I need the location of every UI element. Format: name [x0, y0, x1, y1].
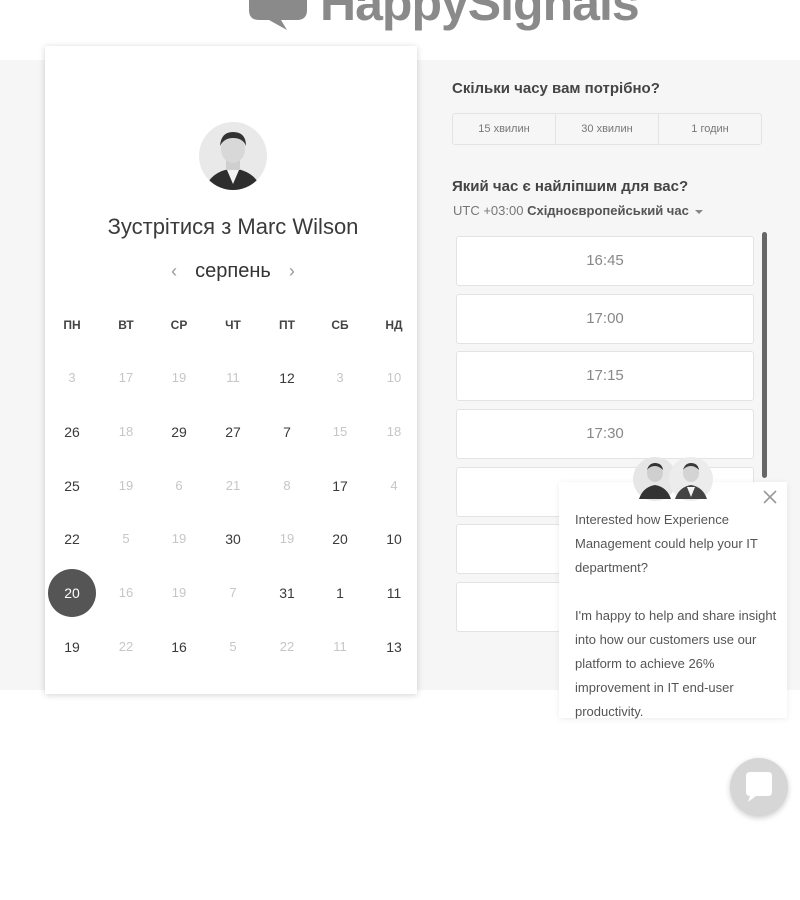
calendar-day[interactable]: 25: [50, 464, 94, 508]
chat-agent-avatars: [633, 455, 715, 503]
duration-option-60[interactable]: 1 годин: [659, 114, 761, 144]
calendar-grid: 3 17 19 11 12 3 10 26 18 29 27 7 15 18 25 19 6 21 8 17 4 22 5 1…: [45, 46, 417, 694]
calendar-day: 22: [279, 639, 295, 654]
calendar-day[interactable]: 17: [318, 464, 362, 508]
calendar-day: 18: [386, 424, 402, 439]
calendar-day[interactable]: 7: [265, 410, 309, 454]
calendar-day[interactable]: 22: [50, 517, 94, 561]
calendar-day[interactable]: 31: [265, 571, 309, 615]
calendar-day: 3: [336, 370, 344, 385]
calendar-day: 3: [68, 370, 76, 385]
caret-down-icon: [694, 209, 703, 214]
calendar-day: 10: [386, 370, 402, 385]
calendar-day[interactable]: 30: [211, 517, 255, 561]
calendar-day: 21: [225, 478, 241, 493]
duration-option-15[interactable]: 15 хвилин: [453, 114, 556, 144]
calendar-day[interactable]: 26: [50, 410, 94, 454]
calendar-day: 5: [229, 639, 237, 654]
calendar-day: 5: [122, 531, 130, 546]
chat-message-paragraph: Interested how Experience Management cou…: [575, 512, 758, 575]
calendar-day: 11: [333, 639, 347, 654]
chat-message-paragraph: I'm happy to help and share insight into…: [575, 608, 777, 719]
calendar-day: 19: [279, 531, 295, 546]
time-question: Який час є найліпшим для вас?: [452, 178, 689, 195]
time-slot[interactable]: 17:15: [456, 351, 754, 401]
calendar-day[interactable]: 11: [372, 571, 416, 615]
calendar-day-selected[interactable]: 20: [48, 569, 96, 617]
calendar-day: 19: [171, 585, 187, 600]
calendar-day[interactable]: 19: [50, 625, 94, 669]
calendar-day[interactable]: 10: [372, 517, 416, 561]
calendar-day[interactable]: 27: [211, 410, 255, 454]
time-slot-scrollbar[interactable]: [762, 232, 767, 478]
duration-selector: 15 хвилин 30 хвилин 1 годин: [452, 113, 762, 145]
calendar-day: 19: [171, 370, 187, 385]
logo-speech-bubble-icon: [249, 0, 307, 30]
calendar-day: 6: [175, 478, 183, 493]
timezone-name: Східноєвропейський час: [527, 203, 689, 218]
calendar-day: 18: [118, 424, 134, 439]
calendar-day[interactable]: 1: [318, 571, 362, 615]
calendar-day[interactable]: 13: [372, 625, 416, 669]
duration-question: Скільки часу вам потрібно?: [452, 80, 660, 97]
calendar-day: 4: [390, 478, 398, 493]
duration-option-30[interactable]: 30 хвилин: [556, 114, 659, 144]
timezone-offset: UTC +03:00: [453, 203, 524, 218]
calendar-day[interactable]: 20: [318, 517, 362, 561]
calendar-day: 16: [118, 585, 134, 600]
calendar-day: 17: [118, 370, 134, 385]
calendar-day[interactable]: 16: [157, 625, 201, 669]
calendar-day: 22: [118, 639, 134, 654]
calendar-day[interactable]: 29: [157, 410, 201, 454]
time-slot[interactable]: 17:30: [456, 409, 754, 459]
calendar-day: 19: [118, 478, 134, 493]
chat-bubble-icon: [746, 772, 772, 802]
calendar-day: 7: [229, 585, 237, 600]
close-icon[interactable]: [761, 488, 779, 506]
calendar-day: 15: [332, 424, 348, 439]
calendar-day[interactable]: 12: [265, 356, 309, 400]
calendar-card: Зустрітися з Marc Wilson ‹ серпень › ПН …: [45, 46, 417, 694]
calendar-day: 8: [283, 478, 291, 493]
timezone-selector[interactable]: UTC +03:00 Східноєвропейський час: [453, 203, 703, 218]
calendar-day: 19: [171, 531, 187, 546]
chat-launcher-button[interactable]: [730, 758, 788, 816]
time-slot[interactable]: 16:45: [456, 236, 754, 286]
chat-message: Interested how Experience Management cou…: [575, 508, 779, 748]
calendar-day: 11: [226, 370, 240, 385]
time-slot[interactable]: 17:00: [456, 294, 754, 344]
